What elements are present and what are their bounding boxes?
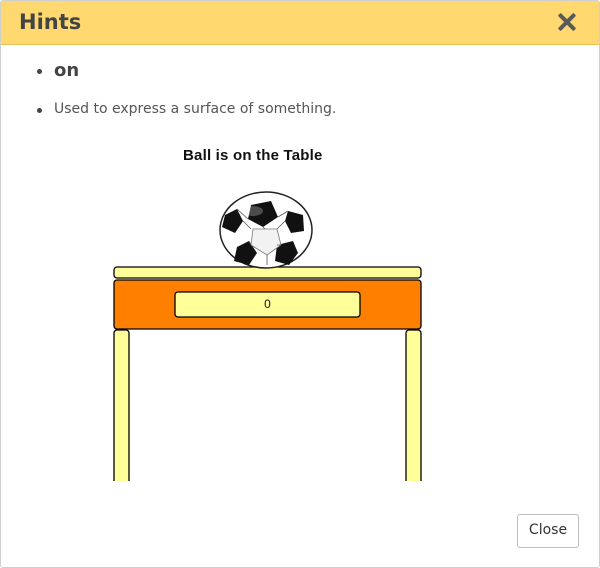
illustration: Ball is on the Table 0 (1, 141, 599, 481)
hint-description: Used to express a surface of something. (54, 101, 337, 117)
close-button[interactable]: Close (517, 514, 579, 548)
table-leg-right (405, 329, 422, 481)
dialog-header: Hints (1, 1, 599, 45)
drawer-label: 0 (264, 297, 271, 311)
hints-dialog: Hints on Used to express a surface of so… (0, 0, 600, 568)
soccer-ball-icon (219, 191, 313, 269)
close-icon[interactable] (555, 10, 579, 34)
table-leg-left (113, 329, 130, 481)
hint-word: on (54, 60, 80, 81)
bullet-icon (37, 108, 42, 113)
bullet-icon (37, 69, 42, 74)
dialog-title: Hints (19, 10, 82, 34)
